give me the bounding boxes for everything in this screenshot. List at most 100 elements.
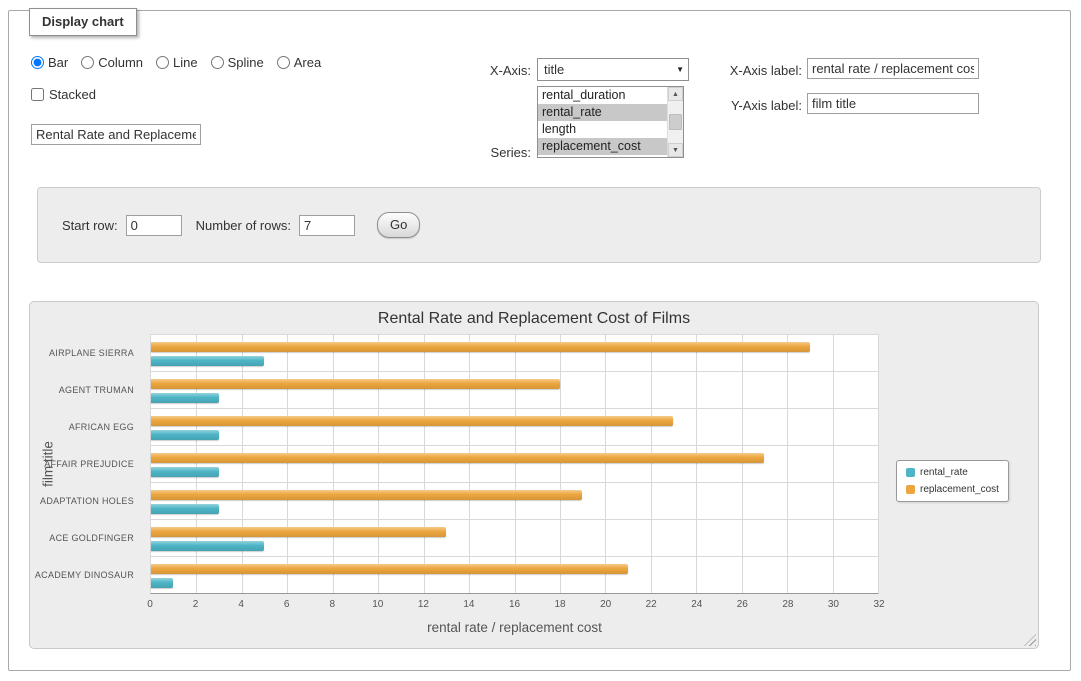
category-row (151, 483, 878, 520)
category-label: ADAPTATION HOLES (30, 483, 142, 520)
chart-type-radio-area[interactable] (277, 56, 290, 69)
category-row (151, 520, 878, 557)
category-label: AFRICAN EGG (30, 408, 142, 445)
bar-rental_rate[interactable] (151, 356, 264, 366)
x-tick-label: 22 (646, 599, 657, 610)
category-row (151, 335, 878, 372)
category-row (151, 372, 878, 409)
bar-replacement_cost[interactable] (151, 342, 810, 352)
y-axis-label-field-label: Y-Axis label: (639, 98, 802, 113)
x-axis-label-field-label: X-Axis label: (639, 63, 802, 78)
bar-rental_rate[interactable] (151, 467, 219, 477)
go-button[interactable]: Go (377, 212, 420, 238)
scrollbar-thumb[interactable] (669, 114, 682, 130)
stacked-label: Stacked (49, 87, 96, 102)
chart-container: Rental Rate and Replacement Cost of Film… (29, 301, 1039, 649)
number-of-rows-input[interactable] (299, 215, 355, 236)
x-tick-label: 6 (284, 599, 290, 610)
chart-x-axis-title: rental rate / replacement cost (150, 620, 879, 635)
chart-type-label-line: Line (173, 55, 198, 70)
chart-type-radio-group: Bar Column Line Spline Area (31, 55, 321, 70)
legend-label-replacement_cost: replacement_cost (920, 484, 999, 495)
x-tick-label: 24 (691, 599, 702, 610)
bar-replacement_cost[interactable] (151, 564, 628, 574)
legend-item-replacement_cost[interactable]: replacement_cost (906, 484, 999, 495)
category-row (151, 446, 878, 483)
chart-type-option-line[interactable]: Line (156, 55, 198, 70)
legend-label-rental_rate: rental_rate (920, 467, 968, 478)
series-listbox-label: Series: (449, 145, 531, 160)
resize-grip-icon[interactable] (1024, 634, 1036, 646)
start-row-label: Start row: (62, 218, 118, 233)
x-tick-label: 16 (509, 599, 520, 610)
chart-legend: rental_rate replacement_cost (896, 460, 1009, 502)
chart-type-option-area[interactable]: Area (277, 55, 321, 70)
panel-legend: Display chart (29, 8, 137, 36)
scroll-down-icon[interactable]: ▼ (668, 143, 683, 157)
bar-replacement_cost[interactable] (151, 379, 560, 389)
plot-area (150, 334, 879, 594)
bar-rental_rate[interactable] (151, 393, 219, 403)
legend-swatch-rental_rate (906, 468, 915, 477)
category-label: ACADEMY DINOSAUR (30, 557, 142, 594)
category-label: ACE GOLDFINGER (30, 520, 142, 557)
plot-rows (151, 335, 878, 593)
x-tick-label: 4 (238, 599, 244, 610)
x-axis-tick-labels: 02468101214161820222426283032 (150, 599, 879, 613)
bar-rental_rate[interactable] (151, 430, 219, 440)
chart-title: Rental Rate and Replacement Cost of Film… (30, 310, 1038, 328)
chart-type-option-spline[interactable]: Spline (211, 55, 264, 70)
x-axis-label-input[interactable] (807, 58, 979, 79)
x-tick-label: 20 (600, 599, 611, 610)
chart-title-input[interactable] (31, 124, 201, 145)
bar-replacement_cost[interactable] (151, 453, 764, 463)
x-tick-label: 10 (372, 599, 383, 610)
bar-rental_rate[interactable] (151, 541, 264, 551)
chart-type-label-bar: Bar (48, 55, 68, 70)
x-tick-label: 14 (463, 599, 474, 610)
bar-rental_rate[interactable] (151, 578, 173, 588)
chart-type-label-spline: Spline (228, 55, 264, 70)
chart-type-radio-bar[interactable] (31, 56, 44, 69)
bar-replacement_cost[interactable] (151, 416, 673, 426)
row-range-panel: Start row: Number of rows: Go (37, 187, 1041, 263)
start-row-input[interactable] (126, 215, 182, 236)
x-tick-label: 2 (193, 599, 199, 610)
chart-type-radio-line[interactable] (156, 56, 169, 69)
x-tick-label: 32 (873, 599, 884, 610)
category-axis-labels: AIRPLANE SIERRAAGENT TRUMANAFRICAN EGGAF… (30, 334, 142, 594)
x-axis-selected-value: title (544, 62, 564, 77)
x-tick-label: 26 (737, 599, 748, 610)
legend-item-rental_rate[interactable]: rental_rate (906, 467, 999, 478)
series-option-replacement_cost[interactable]: replacement_cost (538, 138, 667, 155)
bar-replacement_cost[interactable] (151, 527, 446, 537)
series-listbox[interactable]: rental_durationrental_ratelengthreplacem… (537, 86, 684, 158)
x-tick-label: 0 (147, 599, 153, 610)
legend-swatch-replacement_cost (906, 485, 915, 494)
x-tick-label: 12 (418, 599, 429, 610)
category-label: AFFAIR PREJUDICE (30, 445, 142, 482)
number-of-rows-label: Number of rows: (196, 218, 291, 233)
x-tick-label: 18 (555, 599, 566, 610)
display-chart-panel: Display chart Bar Column Line Spline Area St… (8, 10, 1071, 671)
category-label: AIRPLANE SIERRA (30, 334, 142, 371)
chart-type-option-column[interactable]: Column (81, 55, 143, 70)
bar-rental_rate[interactable] (151, 504, 219, 514)
series-option-length[interactable]: length (538, 121, 667, 138)
stacked-checkbox[interactable] (31, 88, 44, 101)
bar-replacement_cost[interactable] (151, 490, 582, 500)
category-row (151, 409, 878, 446)
chart-type-label-column: Column (98, 55, 143, 70)
chart-type-option-bar[interactable]: Bar (31, 55, 68, 70)
category-row (151, 557, 878, 593)
chart-type-radio-spline[interactable] (211, 56, 224, 69)
category-label: AGENT TRUMAN (30, 371, 142, 408)
x-tick-label: 28 (782, 599, 793, 610)
y-axis-label-input[interactable] (807, 93, 979, 114)
stacked-option[interactable]: Stacked (31, 87, 96, 102)
x-axis-select-label: X-Axis: (449, 63, 531, 78)
chart-type-label-area: Area (294, 55, 321, 70)
x-tick-label: 30 (828, 599, 839, 610)
x-tick-label: 8 (329, 599, 335, 610)
chart-type-radio-column[interactable] (81, 56, 94, 69)
